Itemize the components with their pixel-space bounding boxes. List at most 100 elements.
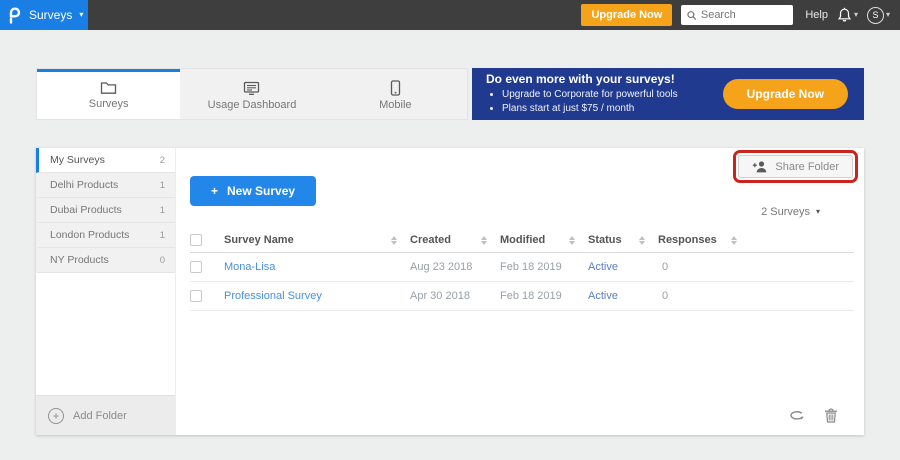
chevron-down-icon: ▾: [79, 10, 84, 19]
restore-icon[interactable]: [789, 409, 806, 423]
tab-usage-dashboard[interactable]: Usage Dashboard: [180, 69, 323, 119]
sort-icon[interactable]: [569, 235, 575, 245]
table-header-row: Survey Name Created Modified Status Resp…: [190, 228, 854, 253]
notifications-button[interactable]: ▾: [837, 7, 858, 23]
folder-count: 1: [159, 229, 165, 241]
table-row: Professional Survey Apr 30 2018 Feb 18 2…: [190, 282, 854, 311]
header-label: Modified: [500, 234, 546, 246]
sort-icon[interactable]: [639, 235, 645, 245]
plus-circle-icon: +: [48, 407, 64, 424]
promo-bullet: Plans start at just $75 / month: [502, 102, 678, 117]
survey-count-label: 2 Surveys: [761, 206, 810, 218]
promo-text: Do even more with your surveys! Upgrade …: [486, 72, 678, 117]
folder-count: 1: [159, 204, 165, 216]
section-tabs: Surveys Usage Dashboard Mobile: [36, 68, 468, 120]
folder-count: 1: [159, 179, 165, 191]
chevron-down-icon: ▾: [815, 207, 820, 216]
app-switcher-surveys[interactable]: Surveys ▾: [0, 0, 88, 30]
folder-count: 2: [159, 154, 165, 166]
sidebar-item-dubai-products[interactable]: Dubai Products 1: [36, 198, 175, 223]
folder-label: Dubai Products: [50, 204, 122, 216]
sidebar-item-ny-products[interactable]: NY Products 0: [36, 248, 175, 273]
sidebar-item-london-products[interactable]: London Products 1: [36, 223, 175, 248]
content-card: My Surveys 2 Delhi Products 1 Dubai Prod…: [36, 148, 864, 435]
mobile-icon: [390, 80, 400, 96]
tab-mobile[interactable]: Mobile: [324, 69, 467, 119]
promo-banner: Do even more with your surveys! Upgrade …: [472, 68, 864, 120]
survey-name-link[interactable]: Mona-Lisa: [224, 261, 410, 273]
new-survey-label: New Survey: [227, 184, 296, 198]
created-date: Apr 30 2018: [410, 290, 470, 302]
tab-label: Mobile: [379, 99, 412, 111]
folders-sidebar: My Surveys 2 Delhi Products 1 Dubai Prod…: [36, 148, 176, 435]
promo-bullet: Upgrade to Corporate for powerful tools: [502, 88, 678, 103]
surveys-table: Survey Name Created Modified Status Resp…: [190, 228, 854, 311]
app-window: Surveys ▾ Upgrade Now Help ▾: [0, 0, 900, 460]
survey-count-dropdown[interactable]: 2 Surveys ▾: [761, 206, 820, 218]
sidebar-item-my-surveys[interactable]: My Surveys 2: [36, 148, 175, 173]
upgrade-now-button[interactable]: Upgrade Now: [581, 4, 673, 26]
status-badge: Active: [588, 290, 618, 302]
header-label: Responses: [658, 234, 717, 246]
table-footer-actions: [789, 408, 838, 423]
account-menu[interactable]: S ▾: [866, 6, 890, 24]
surveys-panel: Share Folder + New Survey 2 Surveys ▾ Su…: [176, 148, 864, 435]
folder-label: London Products: [50, 229, 130, 241]
avatar: S: [866, 6, 884, 24]
modified-date: Feb 18 2019: [500, 290, 562, 302]
sidebar-item-delhi-products[interactable]: Delhi Products 1: [36, 173, 175, 198]
trash-icon[interactable]: [824, 408, 838, 423]
search-box[interactable]: [681, 5, 794, 25]
survey-name-link[interactable]: Professional Survey: [224, 290, 410, 302]
search-input[interactable]: [700, 9, 788, 21]
sidebar-spacer: [36, 273, 175, 395]
row-checkbox[interactable]: [190, 290, 202, 302]
header-modified[interactable]: Modified: [500, 234, 588, 246]
tab-label: Usage Dashboard: [207, 98, 297, 111]
app-menu-label: Surveys: [29, 8, 73, 22]
table-row: Mona-Lisa Aug 23 2018 Feb 18 2019 Active…: [190, 253, 854, 282]
select-all-checkbox[interactable]: [190, 234, 202, 246]
dashboard-icon: [244, 81, 260, 95]
header-responses[interactable]: Responses: [658, 234, 750, 246]
folder-count: 0: [159, 254, 165, 266]
folder-label: My Surveys: [50, 154, 105, 166]
modified-date: Feb 18 2019: [500, 261, 562, 273]
sort-icon[interactable]: [731, 235, 737, 245]
folder-icon: [101, 82, 117, 94]
responses-count: 0: [662, 261, 669, 273]
topbar-actions: Upgrade Now Help ▾ S ▾: [581, 4, 900, 26]
banner-upgrade-button[interactable]: Upgrade Now: [722, 79, 848, 109]
plus-icon: +: [211, 184, 219, 198]
folder-label: Delhi Products: [50, 179, 119, 191]
status-badge: Active: [588, 261, 618, 273]
header-status[interactable]: Status: [588, 234, 658, 246]
search-icon: [687, 10, 697, 20]
header-created[interactable]: Created: [410, 234, 500, 246]
proprofs-logo: [9, 7, 21, 24]
add-folder-label: Add Folder: [73, 409, 127, 422]
folder-label: NY Products: [50, 254, 109, 266]
top-bar: Surveys ▾ Upgrade Now Help ▾: [0, 0, 900, 30]
row-checkbox[interactable]: [190, 261, 202, 273]
add-folder-button[interactable]: + Add Folder: [36, 395, 175, 435]
help-link[interactable]: Help: [805, 9, 828, 21]
tab-surveys[interactable]: Surveys: [37, 69, 181, 119]
header-label: Survey Name: [224, 234, 294, 246]
responses-count: 0: [662, 290, 669, 302]
tab-label: Surveys: [88, 98, 129, 110]
sort-icon[interactable]: [481, 235, 487, 245]
header-survey-name[interactable]: Survey Name: [224, 234, 410, 246]
bell-icon: [837, 7, 851, 22]
share-folder-label: Share Folder: [775, 160, 839, 173]
annotation-highlight: Share Folder: [733, 150, 858, 183]
created-date: Aug 23 2018: [410, 261, 473, 273]
share-folder-button[interactable]: Share Folder: [738, 155, 853, 178]
header-label: Status: [588, 234, 622, 246]
new-survey-button[interactable]: + New Survey: [190, 176, 317, 206]
person-add-icon: [753, 161, 767, 173]
sort-icon[interactable]: [391, 235, 397, 245]
chevron-down-icon: ▾: [853, 10, 858, 19]
chevron-down-icon: ▾: [885, 10, 890, 19]
header-label: Created: [410, 234, 451, 246]
